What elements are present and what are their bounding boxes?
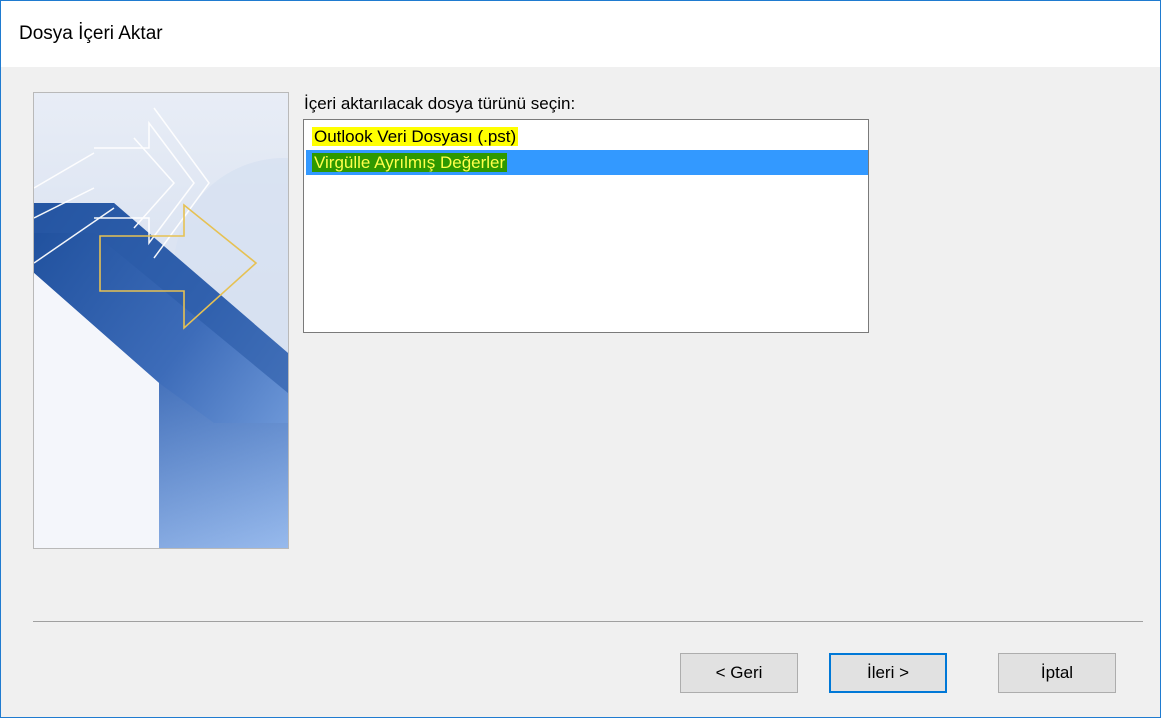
wizard-banner-image bbox=[33, 92, 289, 549]
file-type-prompt: İçeri aktarılacak dosya türünü seçin: bbox=[304, 94, 576, 113]
file-type-option-pst[interactable]: Outlook Veri Dosyası (.pst) bbox=[306, 124, 866, 149]
import-dialog: Dosya İçeri Aktar İçeri aktarılacak dosy… bbox=[0, 0, 1161, 718]
file-type-option-label: Virgülle Ayrılmış Değerler bbox=[312, 153, 508, 172]
title-bar: Dosya İçeri Aktar bbox=[1, 1, 1160, 67]
back-button[interactable]: < Geri bbox=[680, 653, 798, 693]
file-type-option-label: Outlook Veri Dosyası (.pst) bbox=[312, 127, 519, 146]
file-type-listbox[interactable]: Outlook Veri Dosyası (.pst) Virgülle Ayr… bbox=[303, 119, 869, 333]
button-separator bbox=[33, 621, 1143, 622]
dialog-title: Dosya İçeri Aktar bbox=[19, 23, 163, 44]
next-button[interactable]: İleri > bbox=[829, 653, 947, 693]
cancel-button[interactable]: İptal bbox=[998, 653, 1116, 693]
file-type-option-csv[interactable]: Virgülle Ayrılmış Değerler bbox=[306, 150, 868, 175]
